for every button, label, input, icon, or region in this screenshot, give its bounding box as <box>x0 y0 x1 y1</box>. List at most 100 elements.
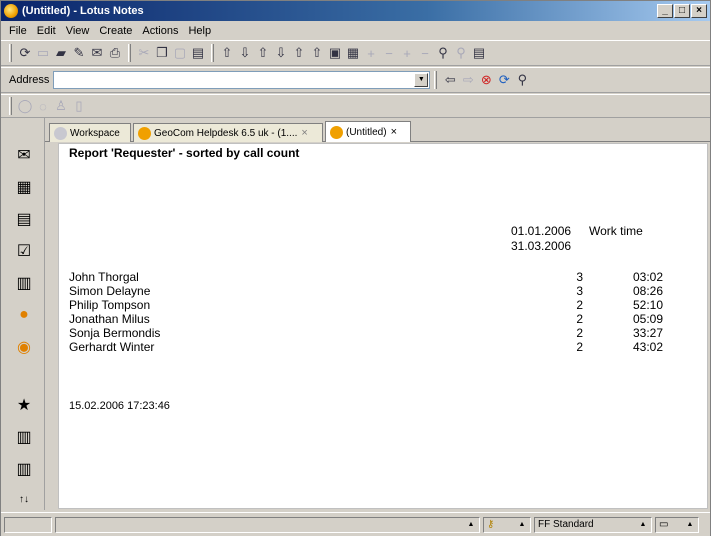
expand-all-icon[interactable]: + <box>362 44 380 62</box>
location-selector[interactable]: FF Standard ▲ <box>534 516 652 533</box>
cut-icon[interactable]: ✂ <box>135 44 153 62</box>
menu-edit[interactable]: Edit <box>32 25 61 37</box>
mail-icon[interactable]: ✉ <box>13 144 35 166</box>
previous-icon[interactable]: ⇧ <box>254 44 272 62</box>
collapse-all-icon[interactable]: − <box>380 44 398 62</box>
view-icon[interactable]: ▣ <box>326 44 344 62</box>
worktime-header: Work time <box>589 224 643 238</box>
preview-icon[interactable]: ▦ <box>344 44 362 62</box>
stop-icon[interactable]: ⊗ <box>477 71 495 89</box>
paste-special-icon[interactable]: ▤ <box>189 44 207 62</box>
scroll-arrows-icon[interactable]: ↑↓ <box>13 488 35 510</box>
table-row: Simon Delayne 3 08:26 <box>69 284 689 298</box>
call-count: 3 <box>576 270 583 284</box>
lotus-notes-app-icon[interactable] <box>4 4 18 18</box>
toolbar-grip[interactable] <box>9 97 12 115</box>
table-row: Philip Tompson 2 52:10 <box>69 298 689 312</box>
notes-icon[interactable]: ◉ <box>13 336 35 358</box>
menu-help[interactable]: Help <box>183 25 216 37</box>
requester-name: Sonja Bermondis <box>69 326 161 340</box>
next-icon[interactable]: ⇩ <box>272 44 290 62</box>
menu-file[interactable]: File <box>4 25 32 37</box>
properties-icon[interactable]: ▤ <box>470 44 488 62</box>
binoculars-icon[interactable]: ⚲ <box>434 44 452 62</box>
call-count: 2 <box>576 340 583 354</box>
refresh-page-icon[interactable]: ⟳ <box>495 71 513 89</box>
bookmark-bar: ✉ ▦ ▤ ☑ ▥ ● ◉ ★ ▥ ▥ ↑↓ <box>1 118 45 510</box>
document-icon[interactable]: ▯ <box>70 97 88 115</box>
menu-bar: File Edit View Create Actions Help <box>1 22 710 40</box>
maximize-button[interactable]: □ <box>674 4 690 18</box>
work-time: 03:02 <box>632 270 663 284</box>
refresh-icon[interactable]: ⟳ <box>16 44 34 62</box>
report-document: Report 'Requester' - sorted by call coun… <box>58 143 708 509</box>
toolbar-separator <box>128 44 131 62</box>
paste-icon[interactable]: ▢ <box>171 44 189 62</box>
helpdesk-icon[interactable]: ● <box>13 304 35 326</box>
discussion-icon[interactable]: ◌ <box>34 97 52 115</box>
chat-icon[interactable]: ◯ <box>16 97 34 115</box>
expand-icon[interactable]: ⇩ <box>236 44 254 62</box>
work-time: 05:09 <box>632 312 663 326</box>
work-time: 43:02 <box>632 340 663 354</box>
save-icon[interactable]: ▭ <box>34 44 52 62</box>
table-row: Sonja Bermondis 2 33:27 <box>69 326 689 340</box>
copy-icon[interactable]: ❐ <box>153 44 171 62</box>
status-segment-left[interactable] <box>4 516 52 533</box>
search-icon[interactable]: ⚲ <box>452 44 470 62</box>
table-row: John Thorgal 3 03:02 <box>69 270 689 284</box>
status-dropdown-arrow[interactable]: ▲ <box>465 519 477 531</box>
forward-icon[interactable]: ✉ <box>88 44 106 62</box>
bookmarks-folder-icon[interactable]: ▥ <box>13 426 35 448</box>
mail-dropdown-arrow[interactable]: ▲ <box>684 519 696 531</box>
secondary-toolbar: ◯ ◌ ♙ ▯ <box>1 94 710 118</box>
toolbar-separator <box>434 71 438 89</box>
tab-untitled[interactable]: (Untitled) × <box>325 121 411 142</box>
close-tab-icon[interactable]: × <box>301 127 307 139</box>
menu-actions[interactable]: Actions <box>137 25 183 37</box>
security-dropdown-arrow[interactable]: ▲ <box>516 519 528 531</box>
close-tab-icon[interactable]: × <box>391 126 397 138</box>
mail-status[interactable]: ▭ ▲ <box>655 516 699 533</box>
address-dropdown-arrow[interactable]: ▼ <box>414 73 429 87</box>
previous-unread-icon[interactable]: ⇧ <box>290 44 308 62</box>
minimize-button[interactable]: _ <box>657 4 673 18</box>
requester-name: Simon Delayne <box>69 284 151 298</box>
toolbar-separator <box>211 44 214 62</box>
next-unread-icon[interactable]: ⇧ <box>308 44 326 62</box>
history-folder-icon[interactable]: ▥ <box>13 458 35 480</box>
address-field[interactable]: ▼ <box>53 71 431 89</box>
todo-icon[interactable]: ☑ <box>13 240 35 262</box>
forward-nav-icon[interactable]: ⇨ <box>459 71 477 89</box>
security-status[interactable]: ⚷ ▲ <box>483 516 531 533</box>
requester-name: John Thorgal <box>69 270 139 284</box>
status-bar: ▲ ⚷ ▲ FF Standard ▲ ▭ ▲ <box>1 512 710 536</box>
search-web-icon[interactable]: ⚲ <box>513 71 531 89</box>
menu-view[interactable]: View <box>61 25 95 37</box>
tab-bar: Workspace GeoCom Helpdesk 6.5 uk - (1...… <box>45 121 710 142</box>
report-rows: John Thorgal 3 03:02 Simon Delayne 3 08:… <box>69 270 689 354</box>
address-book-icon[interactable]: ▤ <box>13 208 35 230</box>
collapse-icon[interactable]: ⇧ <box>218 44 236 62</box>
open-icon[interactable]: ▰ <box>52 44 70 62</box>
databases-icon[interactable]: ▥ <box>13 272 35 294</box>
print-icon[interactable]: ⎙ <box>106 44 124 62</box>
location-dropdown-arrow[interactable]: ▲ <box>637 519 649 531</box>
workspace-icon <box>54 126 67 140</box>
collapse-section-icon[interactable]: − <box>416 44 434 62</box>
tab-workspace[interactable]: Workspace <box>49 123 131 142</box>
tab-geocom-helpdesk[interactable]: GeoCom Helpdesk 6.5 uk - (1.... × <box>133 123 323 142</box>
favorites-icon[interactable]: ★ <box>13 394 35 416</box>
key-icon: ⚷ <box>487 519 495 530</box>
menu-create[interactable]: Create <box>94 25 137 37</box>
calendar-icon[interactable]: ▦ <box>13 176 35 198</box>
expand-section-icon[interactable]: + <box>398 44 416 62</box>
address-toolbar: Address ▼ ⇦ ⇨ ⊗ ⟳ ⚲ <box>1 67 710 93</box>
edit-icon[interactable]: ✎ <box>70 44 88 62</box>
person-icon[interactable]: ♙ <box>52 97 70 115</box>
title-bar[interactable]: (Untitled) - Lotus Notes _ □ × <box>1 1 710 21</box>
close-button[interactable]: × <box>691 4 707 18</box>
back-icon[interactable]: ⇦ <box>441 71 459 89</box>
status-message-area[interactable]: ▲ <box>55 516 480 533</box>
toolbar-grip[interactable] <box>9 44 12 62</box>
